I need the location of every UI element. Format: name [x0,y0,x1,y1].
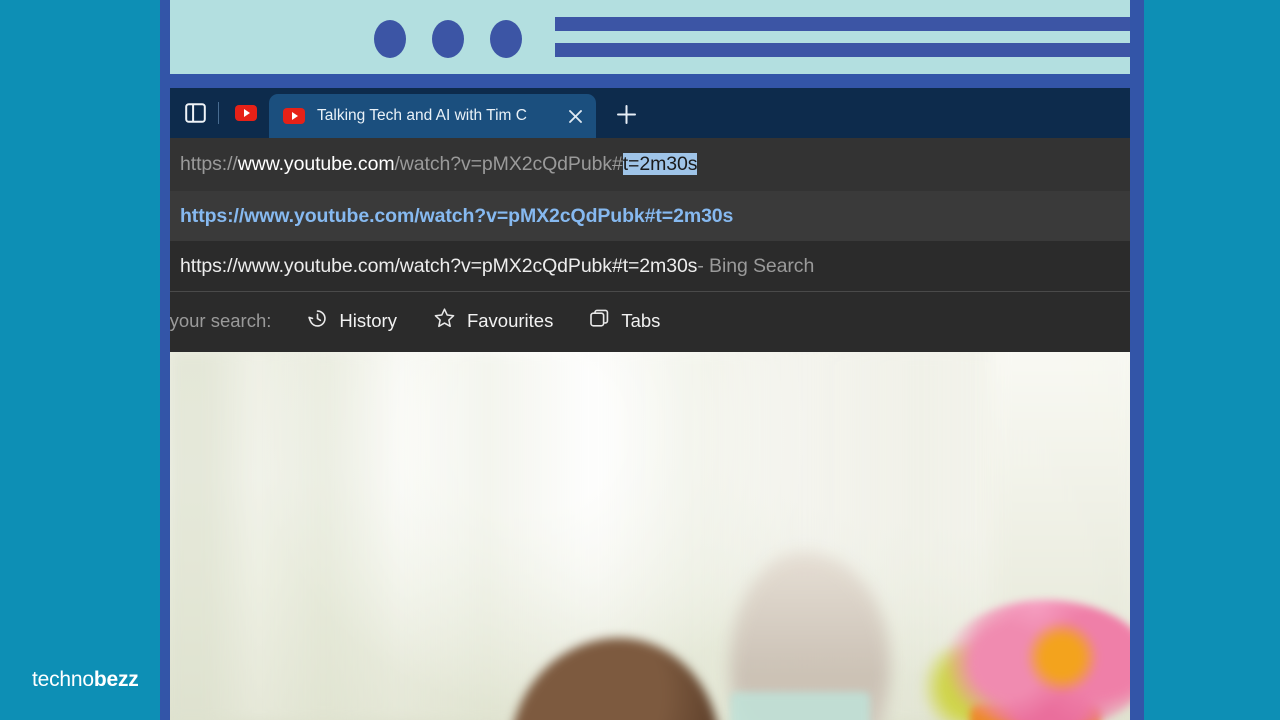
address-bar-text: https://www.youtube.com/watch?v=pMX2cQdP… [180,153,697,176]
browser-window: Talking Tech and AI with Tim C https://w… [170,88,1130,720]
refine-search-label: er your search: [170,309,272,331]
sidebar-panel-icon[interactable] [178,96,212,130]
banner-dot [490,20,522,58]
close-icon[interactable] [564,105,586,127]
technobezz-watermark: technobezz [32,668,139,692]
watermark-bold: bezz [93,668,139,691]
banner-dot [374,20,406,58]
suggestion-bing-search[interactable]: https://www.youtube.com/watch?v=pMX2cQdP… [170,241,1130,292]
suggestion-text: https://www.youtube.com/watch?v=pMX2cQdP… [180,204,734,227]
banner-dot [432,20,464,58]
history-label: History [339,309,397,331]
url-selected-fragment: t=2m30s [622,153,698,175]
url-host: www.youtube.com [237,153,395,175]
screenshot-root: Talking Tech and AI with Tim C https://w… [0,0,1280,720]
star-icon [433,307,456,334]
tabs-label: Tabs [621,309,661,331]
video-content[interactable]: M [170,352,1130,720]
youtube-favicon [283,108,305,124]
favourites-label: Favourites [466,309,554,331]
banner-bar [555,17,1130,31]
history-action[interactable]: History [307,308,397,334]
tabs-action[interactable]: Tabs [589,308,660,334]
url-path: /watch?v=pMX2cQdPubk# [394,153,623,175]
toolbar-divider [218,102,219,124]
address-bar[interactable]: https://www.youtube.com/watch?v=pMX2cQdP… [170,138,1130,191]
new-tab-button[interactable] [606,94,646,134]
youtube-favicon [235,105,257,121]
pinned-tab-youtube[interactable] [225,96,267,130]
video-teal-box [730,692,870,720]
watermark-light: techno [32,668,94,691]
favourites-action[interactable]: Favourites [433,307,553,334]
history-clock-icon [307,308,328,334]
banner-bar [555,43,1130,57]
suggestion-action-bar: er your search: History Favou [170,292,1130,349]
tab-talking-tech[interactable]: Talking Tech and AI with Tim C [269,94,596,138]
suggestion-autocomplete[interactable]: https://www.youtube.com/watch?v=pMX2cQdP… [170,191,1130,241]
tab-bar: Talking Tech and AI with Tim C [170,88,1130,138]
url-scheme: https:// [180,153,238,175]
tabs-stack-icon [589,308,610,334]
tab-title: Talking Tech and AI with Tim C [317,107,527,124]
decorative-banner [170,0,1130,74]
suggestion-text: https://www.youtube.com/watch?v=pMX2cQdP… [180,254,698,277]
suggestion-suffix: - Bing Search [697,254,815,277]
